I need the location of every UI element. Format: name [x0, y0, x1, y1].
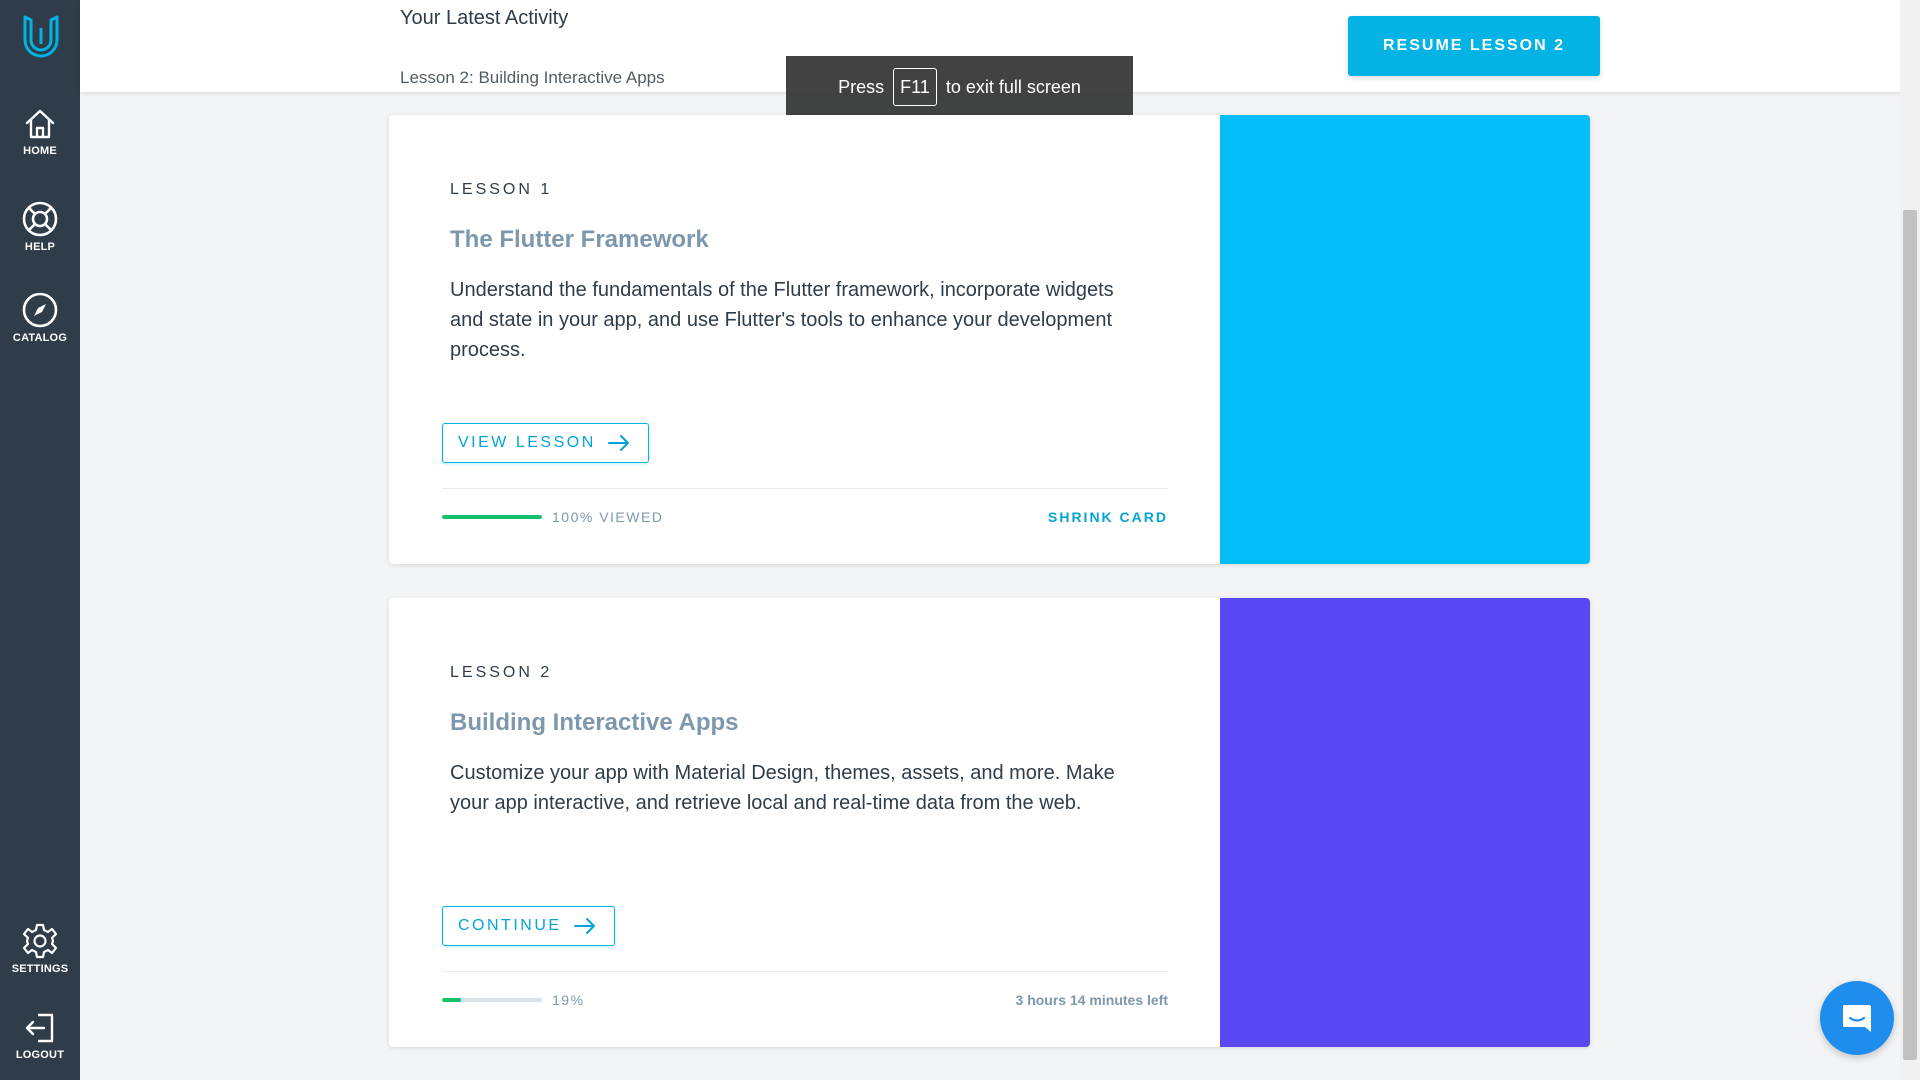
progress-text: 19% [552, 992, 585, 1008]
resume-lesson-button[interactable]: RESUME LESSON 2 [1348, 16, 1600, 76]
udacity-logo-icon[interactable] [22, 14, 60, 60]
fullscreen-toast: Press F11 to exit full screen [786, 56, 1133, 118]
arrow-right-icon [607, 435, 629, 451]
lesson-title: The Flutter Framework [450, 226, 709, 253]
sidebar-item-label: HOME [23, 145, 57, 157]
lesson-title: Building Interactive Apps [450, 709, 739, 736]
toast-text-after: to exit full screen [945, 76, 1081, 97]
continue-button[interactable]: CONTINUE [442, 906, 615, 946]
chat-bubble-icon [1843, 1005, 1871, 1032]
sidebar: HOME HELP CATALOG SETTINGS LOGOUT [0, 0, 80, 1080]
lesson-number: LESSON 2 [450, 664, 553, 681]
lifebuoy-icon [22, 201, 58, 237]
card-divider [442, 488, 1168, 489]
button-label: VIEW LESSON [458, 434, 596, 451]
page-title: Your Latest Activity [400, 7, 569, 29]
card-divider [442, 971, 1168, 972]
time-left-text: 3 hours 14 minutes left [1015, 992, 1168, 1008]
lesson-image-panel [1220, 598, 1590, 1047]
sidebar-item-label: SETTINGS [11, 963, 69, 975]
button-label: CONTINUE [458, 917, 562, 934]
lesson-image-panel [1220, 115, 1590, 564]
lesson-description: Understand the fundamentals of the Flutt… [450, 279, 1114, 361]
lesson-number: LESSON 1 [450, 181, 553, 198]
logout-icon [25, 1013, 54, 1043]
sidebar-item-home[interactable]: HOME [0, 106, 80, 157]
sidebar-item-catalog[interactable]: CATALOG [0, 291, 80, 344]
sidebar-item-label: CATALOG [12, 332, 68, 344]
compass-icon [22, 292, 58, 328]
page-scrollbar[interactable] [1900, 0, 1920, 1080]
sidebar-item-label: HELP [24, 241, 56, 253]
sidebar-item-settings[interactable]: SETTINGS [0, 922, 80, 975]
lesson-card-2: LESSON 2 Building Interactive Apps Custo… [389, 598, 1590, 1047]
progress-text: 100% VIEWED [552, 509, 664, 525]
lesson-progress-bar [442, 515, 542, 519]
arrow-right-icon [573, 918, 595, 934]
scrollbar-thumb[interactable] [1903, 210, 1917, 1060]
lesson-description: Customize your app with Material Design,… [450, 762, 1115, 814]
chat-launcher-button[interactable] [1820, 981, 1894, 1055]
sidebar-item-label: LOGOUT [15, 1049, 65, 1061]
latest-lesson-link[interactable]: Lesson 2: Building Interactive Apps [400, 68, 665, 88]
sidebar-item-logout[interactable]: LOGOUT [0, 1010, 80, 1061]
home-icon [25, 109, 55, 139]
progress-fill [442, 998, 461, 1002]
gear-icon [22, 923, 58, 959]
f11-key: F11 [893, 68, 937, 106]
lesson-progress-bar [442, 998, 542, 1002]
view-lesson-button[interactable]: VIEW LESSON [442, 423, 649, 463]
lesson-card-1: LESSON 1 The Flutter Framework Understan… [389, 115, 1590, 564]
progress-fill [442, 515, 542, 519]
shrink-card-link[interactable]: SHRINK CARD [1048, 509, 1168, 525]
toast-text-before: Press [838, 76, 885, 97]
sidebar-item-help[interactable]: HELP [0, 200, 80, 253]
